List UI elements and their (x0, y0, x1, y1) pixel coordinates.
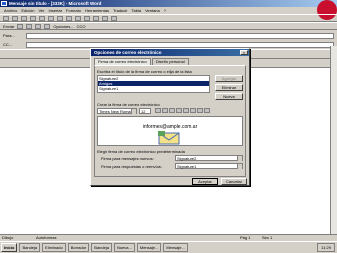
email-toolbar: Enviar Opciones... CCO (0, 22, 337, 30)
address-book-icon[interactable] (17, 23, 24, 29)
cco-button[interactable]: CCO (77, 24, 86, 29)
section-indicator: Sec 1 (262, 235, 273, 240)
options-button[interactable]: Opciones... (53, 24, 73, 29)
font-name-value: Times New Roman (99, 109, 133, 114)
word-app-icon[interactable] (1, 1, 7, 6)
accept-button[interactable]: Aceptar (192, 178, 218, 185)
check-names-icon[interactable] (26, 23, 33, 29)
new-button[interactable]: Nueva (215, 93, 243, 100)
standard-toolbar (0, 14, 337, 22)
menu-formato[interactable]: Formato (66, 8, 81, 13)
font-size-value: 12 (141, 109, 146, 114)
to-button[interactable]: Para... (3, 33, 23, 38)
draw-menu[interactable]: Dibujo (2, 235, 13, 240)
taskbar-item[interactable]: Mensaje... (163, 243, 188, 252)
new-messages-value: Signature2 (177, 156, 197, 161)
replies-value: Signature1 (177, 164, 197, 169)
print-icon[interactable] (30, 15, 36, 21)
dialog-close-button[interactable]: × (240, 50, 248, 55)
signature-list-label: Escriba el título de la firma de correo … (97, 69, 192, 74)
undo-icon[interactable] (84, 15, 90, 21)
email-options-dialog: Opciones de correo electrónico × Firma d… (90, 48, 250, 186)
open-icon[interactable] (12, 15, 18, 21)
spell-icon[interactable] (48, 15, 54, 21)
table-icon[interactable] (102, 15, 108, 21)
format-buttons (155, 108, 210, 113)
cc-button[interactable]: CC... (3, 42, 23, 47)
replies-label: Firma para respuestas o reenvíos: (101, 164, 162, 169)
taskbar-item[interactable]: Mensaje... (136, 243, 162, 252)
taskbar-item[interactable]: Bandeja (19, 243, 41, 252)
chevron-down-icon[interactable] (131, 109, 136, 114)
redo-icon[interactable] (93, 15, 99, 21)
menu-archivo[interactable]: Archivo (4, 8, 17, 13)
menu-herramientas[interactable]: Herramientas (85, 8, 109, 13)
new-messages-label: Firma para mensajes nuevos: (101, 156, 154, 161)
chevron-down-icon[interactable] (237, 156, 242, 161)
menu-traducir[interactable]: Traducir (113, 8, 128, 13)
edit-signature-label: Crear la firma de correo electrónico (97, 102, 160, 107)
to-field[interactable] (26, 32, 334, 39)
zoom-icon[interactable] (111, 15, 117, 21)
replies-select[interactable]: Signature1 (175, 163, 243, 169)
cc-field[interactable] (26, 41, 334, 48)
taskbar-item[interactable]: Nueva... (113, 243, 135, 252)
cut-icon[interactable] (57, 15, 63, 21)
taskbar-item[interactable]: Eliminado (42, 243, 66, 252)
signature-email-text: informes@ample.com.ar (142, 124, 198, 130)
to-row: Para... (0, 31, 337, 40)
signature-editor[interactable]: informes@ample.com.ar (97, 116, 243, 146)
align-left-icon[interactable] (176, 108, 182, 113)
save-icon[interactable] (21, 15, 27, 21)
font-size-select[interactable]: 12 (139, 108, 151, 114)
envelope-icon (158, 131, 180, 145)
bold-icon[interactable] (155, 108, 161, 113)
underline-icon[interactable] (169, 108, 175, 113)
align-center-icon[interactable] (183, 108, 189, 113)
default-signature-label: Elegir firma de correo electrónico prede… (97, 149, 185, 154)
font-name-select[interactable]: Times New Roman (97, 108, 137, 114)
paste-icon[interactable] (75, 15, 81, 21)
link-icon[interactable] (204, 108, 210, 113)
taskbar-item[interactable]: Borrador (67, 243, 90, 252)
new-doc-icon[interactable] (3, 15, 9, 21)
menu-ver[interactable]: Ver (38, 8, 44, 13)
preview-icon[interactable] (39, 15, 45, 21)
align-right-icon[interactable] (190, 108, 196, 113)
tab-personal-design[interactable]: Diseño personal (151, 58, 189, 65)
title-bar: Mensaje sin título - [333K] - Microsoft … (0, 0, 337, 7)
cancel-button[interactable]: Cancelar (221, 178, 247, 185)
menu-insertar[interactable]: Insertar (48, 8, 62, 13)
taskbar: Inicio Bandeja Eliminado Borrador Bandej… (0, 241, 337, 253)
autoshapes-menu[interactable]: Autoformas (36, 235, 56, 240)
image-icon[interactable] (197, 108, 203, 113)
vertical-scrollbar[interactable] (330, 46, 337, 234)
window-title: Mensaje sin título - [333K] - Microsoft … (9, 1, 102, 6)
taskbar-item[interactable]: Bandeja (91, 243, 112, 252)
menu-bar: Archivo Edición Ver Insertar Formato Her… (0, 7, 337, 14)
dialog-tabs: Firma de correo electrónico Diseño perso… (94, 58, 189, 65)
signature-item[interactable]: Signature1 (98, 86, 209, 91)
send-button[interactable]: Enviar (3, 24, 14, 29)
menu-ventana[interactable]: Ventana (145, 8, 160, 13)
menu-tabla[interactable]: Tabla (132, 8, 142, 13)
horizontal-scrollbar[interactable]: Dibujo Autoformas Pág 1 Sec 1 (0, 234, 337, 241)
flag-icon[interactable] (44, 23, 51, 29)
page-indicator: Pág 1 (240, 235, 251, 240)
new-messages-select[interactable]: Signature2 (175, 155, 243, 161)
italic-icon[interactable] (162, 108, 168, 113)
chevron-down-icon[interactable] (237, 164, 242, 169)
menu-help[interactable]: ? (164, 8, 166, 13)
delete-button[interactable]: Eliminar (215, 84, 243, 91)
add-button[interactable]: Agregar (215, 75, 243, 82)
tab-email-signature[interactable]: Firma de correo electrónico (94, 58, 151, 65)
attach-icon[interactable] (35, 23, 42, 29)
dialog-title: Opciones de correo electrónico (91, 49, 249, 56)
copy-icon[interactable] (66, 15, 72, 21)
start-button[interactable]: Inicio (1, 243, 18, 252)
menu-edicion[interactable]: Edición (21, 8, 34, 13)
clock: 11:29 (317, 243, 335, 252)
signature-list[interactable]: Signature2 Amigos Signature1 (97, 75, 210, 93)
